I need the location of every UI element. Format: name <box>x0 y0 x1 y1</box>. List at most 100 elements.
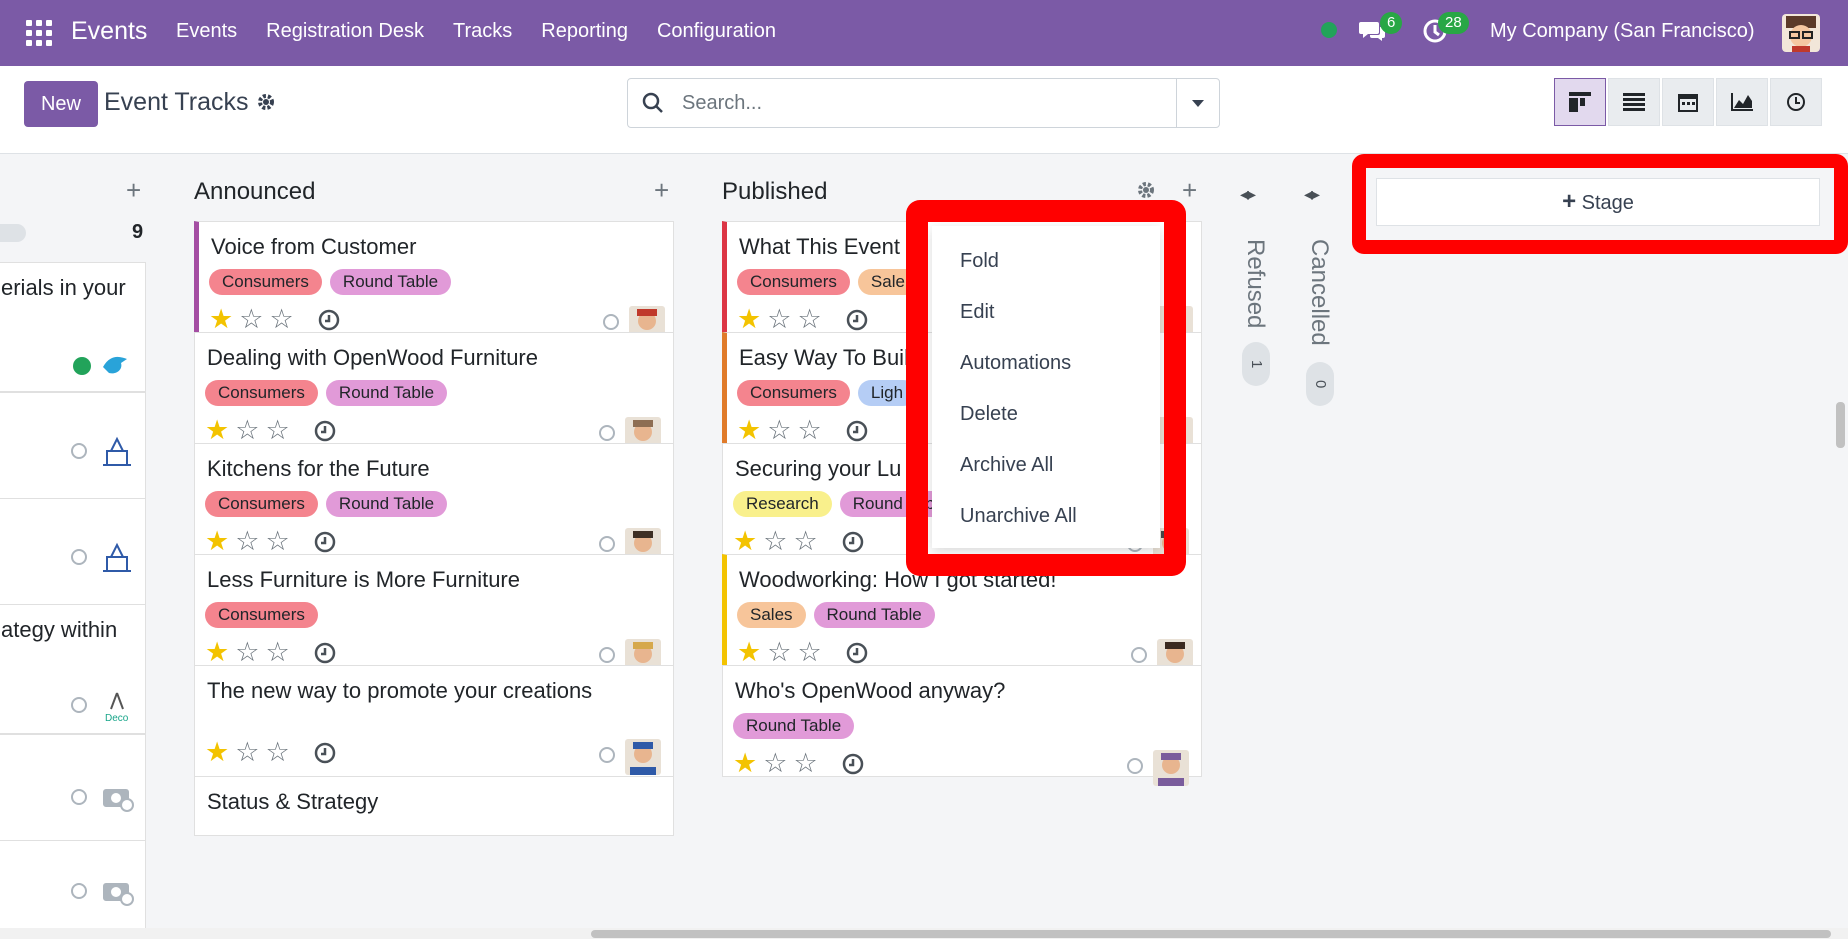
priority-stars[interactable]: ★ ☆ ☆ <box>737 417 828 444</box>
star-empty-icon[interactable]: ☆ <box>265 739 289 766</box>
kanban-card[interactable] <box>0 840 146 930</box>
star-empty-icon[interactable]: ☆ <box>265 417 289 444</box>
star-empty-icon[interactable]: ☆ <box>797 639 821 666</box>
kanban-card[interactable]: Voice from Customer Consumers Round Table ★… <box>194 221 674 342</box>
kanban-card[interactable]: Dealing with OpenWood Furniture Consumers… <box>194 332 674 453</box>
unfold-icon[interactable]: ◂▸ <box>1304 184 1320 205</box>
activity-clock-icon[interactable] <box>313 741 337 770</box>
star-filled-icon[interactable]: ★ <box>209 306 233 333</box>
search-options-toggle[interactable] <box>1176 79 1219 127</box>
star-filled-icon[interactable]: ★ <box>737 306 761 333</box>
star-empty-icon[interactable]: ☆ <box>767 306 791 333</box>
search-bar[interactable]: Search... <box>627 78 1220 128</box>
folded-column-refused[interactable]: ◂▸ Refused 1 <box>1232 154 1282 930</box>
activity-view-button[interactable] <box>1770 78 1822 126</box>
unfold-icon[interactable]: ◂▸ <box>1240 184 1256 205</box>
kanban-state-circle[interactable] <box>1131 647 1147 663</box>
kanban-card[interactable]: Status & Strategy <box>194 776 674 836</box>
star-filled-icon[interactable]: ★ <box>733 528 757 555</box>
priority-stars[interactable]: ★ ☆ ☆ <box>737 306 828 333</box>
add-record-plus-icon[interactable]: + <box>654 177 669 203</box>
star-empty-icon[interactable]: ☆ <box>763 750 787 777</box>
kanban-state-circle[interactable] <box>71 789 87 805</box>
assignee-avatar[interactable] <box>1153 750 1189 786</box>
dropdown-item-automations[interactable]: Automations <box>960 352 1071 375</box>
add-record-plus-icon[interactable]: + <box>126 177 141 203</box>
star-empty-icon[interactable]: ☆ <box>797 306 821 333</box>
star-filled-icon[interactable]: ★ <box>205 528 229 555</box>
priority-stars[interactable]: ★ ☆ ☆ <box>733 528 824 555</box>
star-empty-icon[interactable]: ☆ <box>269 306 293 333</box>
column-title[interactable]: Published <box>722 178 827 206</box>
star-empty-icon[interactable]: ☆ <box>235 639 259 666</box>
star-empty-icon[interactable]: ☆ <box>767 639 791 666</box>
folded-column-cancelled[interactable]: ◂▸ Cancelled 0 <box>1296 154 1346 930</box>
star-empty-icon[interactable]: ☆ <box>767 417 791 444</box>
kanban-card[interactable]: Less Furniture is More Furniture Consumer… <box>194 554 674 675</box>
dropdown-item-delete[interactable]: Delete <box>960 403 1018 426</box>
gear-icon[interactable] <box>256 92 276 117</box>
app-name[interactable]: Events <box>71 17 147 46</box>
star-empty-icon[interactable]: ☆ <box>797 417 821 444</box>
search-input[interactable]: Search... <box>682 92 762 115</box>
priority-stars[interactable]: ★ ☆ ☆ <box>205 639 296 666</box>
star-filled-icon[interactable]: ★ <box>205 739 229 766</box>
user-avatar[interactable] <box>1782 14 1820 52</box>
add-record-plus-icon[interactable]: + <box>1182 177 1197 203</box>
add-stage-button[interactable]: + Stage <box>1376 178 1820 226</box>
kanban-card[interactable]: Woodworking: How I got started! Sales Roun… <box>722 554 1202 675</box>
star-empty-icon[interactable]: ☆ <box>763 528 787 555</box>
kanban-view-button[interactable] <box>1554 78 1606 126</box>
kanban-card[interactable]: Kitchens for the Future Consumers Round Ta… <box>194 443 674 564</box>
priority-stars[interactable]: ★ ☆ ☆ <box>205 528 296 555</box>
column-gear-icon[interactable] <box>1136 180 1156 205</box>
star-empty-icon[interactable]: ☆ <box>235 739 259 766</box>
horizontal-scrollbar[interactable] <box>0 928 1848 939</box>
menu-events[interactable]: Events <box>176 20 237 43</box>
kanban-state-circle[interactable] <box>71 697 87 713</box>
dropdown-item-edit[interactable]: Edit <box>960 301 994 324</box>
priority-stars[interactable]: ★ ☆ ☆ <box>205 739 296 766</box>
kanban-card[interactable]: erials in your <box>0 262 146 392</box>
star-empty-icon[interactable]: ☆ <box>793 750 817 777</box>
new-button[interactable]: New <box>24 81 98 127</box>
list-view-button[interactable] <box>1608 78 1660 126</box>
priority-stars[interactable]: ★ ☆ ☆ <box>737 639 828 666</box>
kanban-card[interactable]: Who's OpenWood anyway? Round Table ★ ☆ ☆ <box>722 665 1202 786</box>
menu-registration-desk[interactable]: Registration Desk <box>266 20 424 43</box>
calendar-view-button[interactable] <box>1662 78 1714 126</box>
kanban-state-circle[interactable] <box>71 883 87 899</box>
kanban-card[interactable]: ategy within Deco <box>0 604 146 734</box>
graph-view-button[interactable] <box>1716 78 1768 126</box>
kanban-state-circle[interactable] <box>71 549 87 565</box>
company-switcher[interactable]: My Company (San Francisco) <box>1490 20 1755 43</box>
star-filled-icon[interactable]: ★ <box>205 417 229 444</box>
activity-clock-icon[interactable] <box>841 752 865 781</box>
star-empty-icon[interactable]: ☆ <box>235 528 259 555</box>
apps-menu-icon[interactable] <box>26 20 52 46</box>
star-filled-icon[interactable]: ★ <box>737 417 761 444</box>
column-title[interactable]: Announced <box>194 178 315 206</box>
kanban-state-circle[interactable] <box>599 536 615 552</box>
star-filled-icon[interactable]: ★ <box>733 750 757 777</box>
dropdown-item-fold[interactable]: Fold <box>960 250 999 273</box>
menu-configuration[interactable]: Configuration <box>657 20 776 43</box>
menu-tracks[interactable]: Tracks <box>453 20 512 43</box>
priority-stars[interactable]: ★ ☆ ☆ <box>209 306 300 333</box>
priority-stars[interactable]: ★ ☆ ☆ <box>733 750 824 777</box>
star-filled-icon[interactable]: ★ <box>205 639 229 666</box>
kanban-state-circle[interactable] <box>599 747 615 763</box>
vertical-scrollbar[interactable] <box>1836 402 1845 448</box>
dropdown-item-unarchive-all[interactable]: Unarchive All <box>960 505 1077 528</box>
kanban-state-circle[interactable] <box>599 647 615 663</box>
priority-stars[interactable]: ★ ☆ ☆ <box>205 417 296 444</box>
scrollbar-thumb[interactable] <box>591 930 1831 938</box>
star-empty-icon[interactable]: ☆ <box>793 528 817 555</box>
kanban-state-circle[interactable] <box>599 425 615 441</box>
kanban-state-circle[interactable] <box>603 314 619 330</box>
kanban-state-circle[interactable] <box>71 443 87 459</box>
kanban-card[interactable]: The new way to promote your creations ★ ☆ ☆ <box>194 665 674 777</box>
star-empty-icon[interactable]: ☆ <box>265 528 289 555</box>
star-empty-icon[interactable]: ☆ <box>235 417 259 444</box>
kanban-state-circle[interactable] <box>1127 758 1143 774</box>
